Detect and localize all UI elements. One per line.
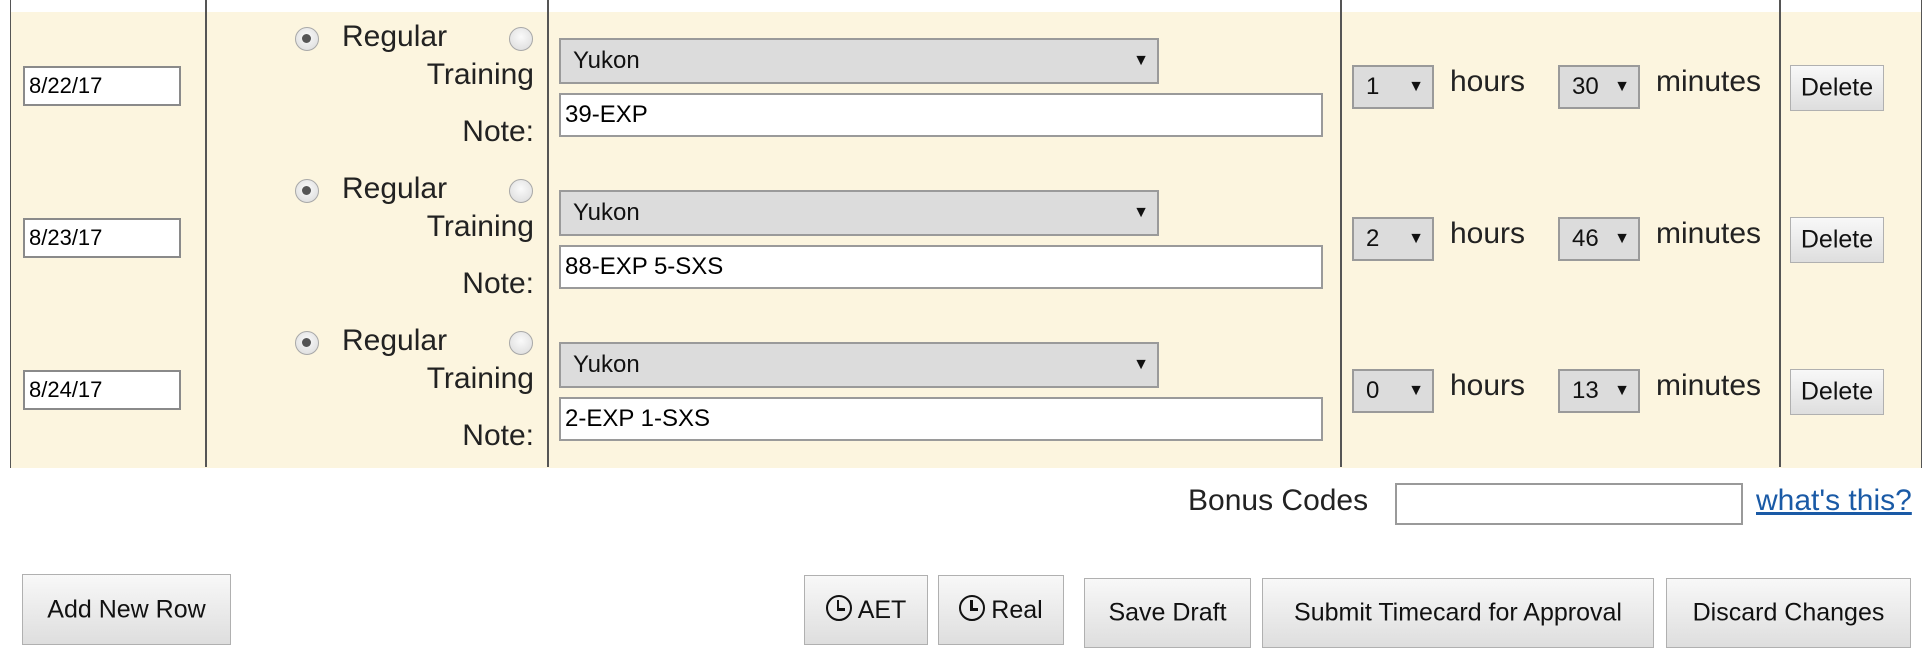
save-draft-button[interactable]: Save Draft [1084,578,1251,648]
column-divider [547,0,549,467]
minutes-select[interactable]: 13 ▼ [1558,369,1640,413]
minutes-select[interactable]: 30 ▼ [1558,65,1640,109]
training-label: Training [426,210,534,243]
minutes-select-value: 13 [1572,377,1599,404]
training-radio[interactable] [509,179,533,203]
add-new-row-button[interactable]: Add New Row [22,574,231,645]
hours-select-value: 1 [1366,73,1380,100]
clock-icon [825,595,852,621]
timecard-table: Regular Training Note: Yukon ▼ 1 ▼ hours… [10,0,1922,468]
bonus-codes-label: Bonus Codes [1188,484,1369,517]
regular-radio[interactable] [295,331,319,355]
minutes-select-value: 46 [1572,225,1599,252]
training-radio[interactable] [509,331,533,355]
minutes-select[interactable]: 46 ▼ [1558,217,1640,261]
real-label: Real [991,596,1043,624]
aet-button[interactable]: AET [804,575,928,645]
table-row: Regular Training Note: Yukon ▼ 0 ▼ hours… [11,316,1921,468]
hours-label: hours [1450,65,1526,98]
project-select-value: Yukon [573,47,640,74]
date-field[interactable] [23,370,181,410]
note-field[interactable] [559,245,1323,289]
note-label: Note: [462,419,534,452]
chevron-down-icon: ▼ [1133,204,1149,221]
hours-select[interactable]: 2 ▼ [1352,217,1434,261]
chevron-down-icon: ▼ [1408,230,1424,247]
project-select[interactable]: Yukon ▼ [559,38,1159,84]
chevron-down-icon: ▼ [1408,78,1424,95]
minutes-label: minutes [1656,369,1762,402]
chevron-down-icon: ▼ [1133,52,1149,69]
regular-label: Regular [342,20,448,53]
minutes-label: minutes [1656,217,1762,250]
column-divider [1340,0,1342,467]
delete-button[interactable]: Delete [1790,217,1884,263]
project-select[interactable]: Yukon ▼ [559,342,1159,388]
regular-radio[interactable] [295,27,319,51]
column-divider [205,0,207,467]
column-divider [1779,0,1781,467]
date-field[interactable] [23,218,181,258]
training-radio[interactable] [509,27,533,51]
hours-select[interactable]: 1 ▼ [1352,65,1434,109]
hours-select[interactable]: 0 ▼ [1352,369,1434,413]
chevron-down-icon: ▼ [1614,78,1630,95]
aet-label: AET [857,596,907,624]
training-label: Training [426,58,534,91]
chevron-down-icon: ▼ [1133,356,1149,373]
training-label: Training [426,362,534,395]
project-select[interactable]: Yukon ▼ [559,190,1159,236]
submit-timecard-button[interactable]: Submit Timecard for Approval [1262,578,1654,648]
note-field[interactable] [559,397,1323,441]
hours-select-value: 0 [1366,377,1380,404]
regular-label: Regular [342,172,448,205]
real-button[interactable]: Real [938,575,1064,645]
project-select-value: Yukon [573,199,640,226]
minutes-select-value: 30 [1572,73,1599,100]
note-label: Note: [462,267,534,300]
delete-button[interactable]: Delete [1790,65,1884,111]
table-row: Regular Training Note: Yukon ▼ 1 ▼ hours… [11,12,1921,166]
delete-button[interactable]: Delete [1790,369,1884,415]
regular-label: Regular [342,324,448,357]
hours-label: hours [1450,217,1526,250]
date-field[interactable] [23,66,181,106]
project-select-value: Yukon [573,351,640,378]
whats-this-link[interactable]: what's this? [1756,484,1912,518]
table-row: Regular Training Note: Yukon ▼ 2 ▼ hours… [11,164,1921,318]
note-field[interactable] [559,93,1323,137]
regular-radio[interactable] [295,179,319,203]
discard-changes-button[interactable]: Discard Changes [1666,578,1911,648]
minutes-label: minutes [1656,65,1762,98]
chevron-down-icon: ▼ [1408,382,1424,399]
hours-select-value: 2 [1366,225,1380,252]
chevron-down-icon: ▼ [1614,382,1630,399]
hours-label: hours [1450,369,1526,402]
clock-icon [959,595,986,621]
note-label: Note: [462,115,534,148]
chevron-down-icon: ▼ [1614,230,1630,247]
bonus-codes-input[interactable] [1395,483,1743,525]
